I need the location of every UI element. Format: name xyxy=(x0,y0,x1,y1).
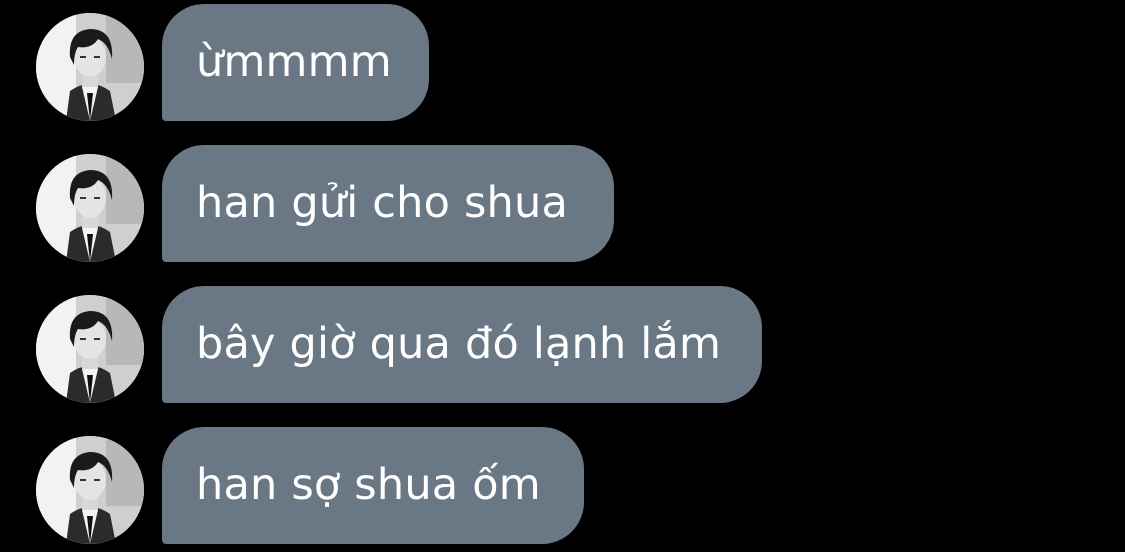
message-bubble[interactable]: han gửi cho shua xyxy=(162,145,614,262)
avatar[interactable] xyxy=(36,154,144,262)
message-text: han gửi cho shua xyxy=(196,178,569,228)
message-thread: ừmmmm han gửi cho shua bây giờ qua đó lạ… xyxy=(0,0,1125,552)
message-row: ừmmmm xyxy=(0,4,1125,122)
avatar[interactable] xyxy=(36,295,144,403)
avatar[interactable] xyxy=(36,436,144,544)
message-text: ừmmmm xyxy=(196,37,392,87)
message-row: han gửi cho shua xyxy=(0,145,1125,263)
message-row: bây giờ qua đó lạnh lắm xyxy=(0,286,1125,404)
message-row: han sợ shua ốm xyxy=(0,427,1125,545)
message-text: bây giờ qua đó lạnh lắm xyxy=(196,319,722,369)
profile-photo-icon xyxy=(36,295,144,403)
profile-photo-icon xyxy=(36,13,144,121)
profile-photo-icon xyxy=(36,154,144,262)
message-bubble[interactable]: bây giờ qua đó lạnh lắm xyxy=(162,286,762,403)
message-bubble[interactable]: ừmmmm xyxy=(162,4,429,121)
message-bubble[interactable]: han sợ shua ốm xyxy=(162,427,584,544)
avatar[interactable] xyxy=(36,13,144,121)
profile-photo-icon xyxy=(36,436,144,544)
message-text: han sợ shua ốm xyxy=(196,460,541,510)
